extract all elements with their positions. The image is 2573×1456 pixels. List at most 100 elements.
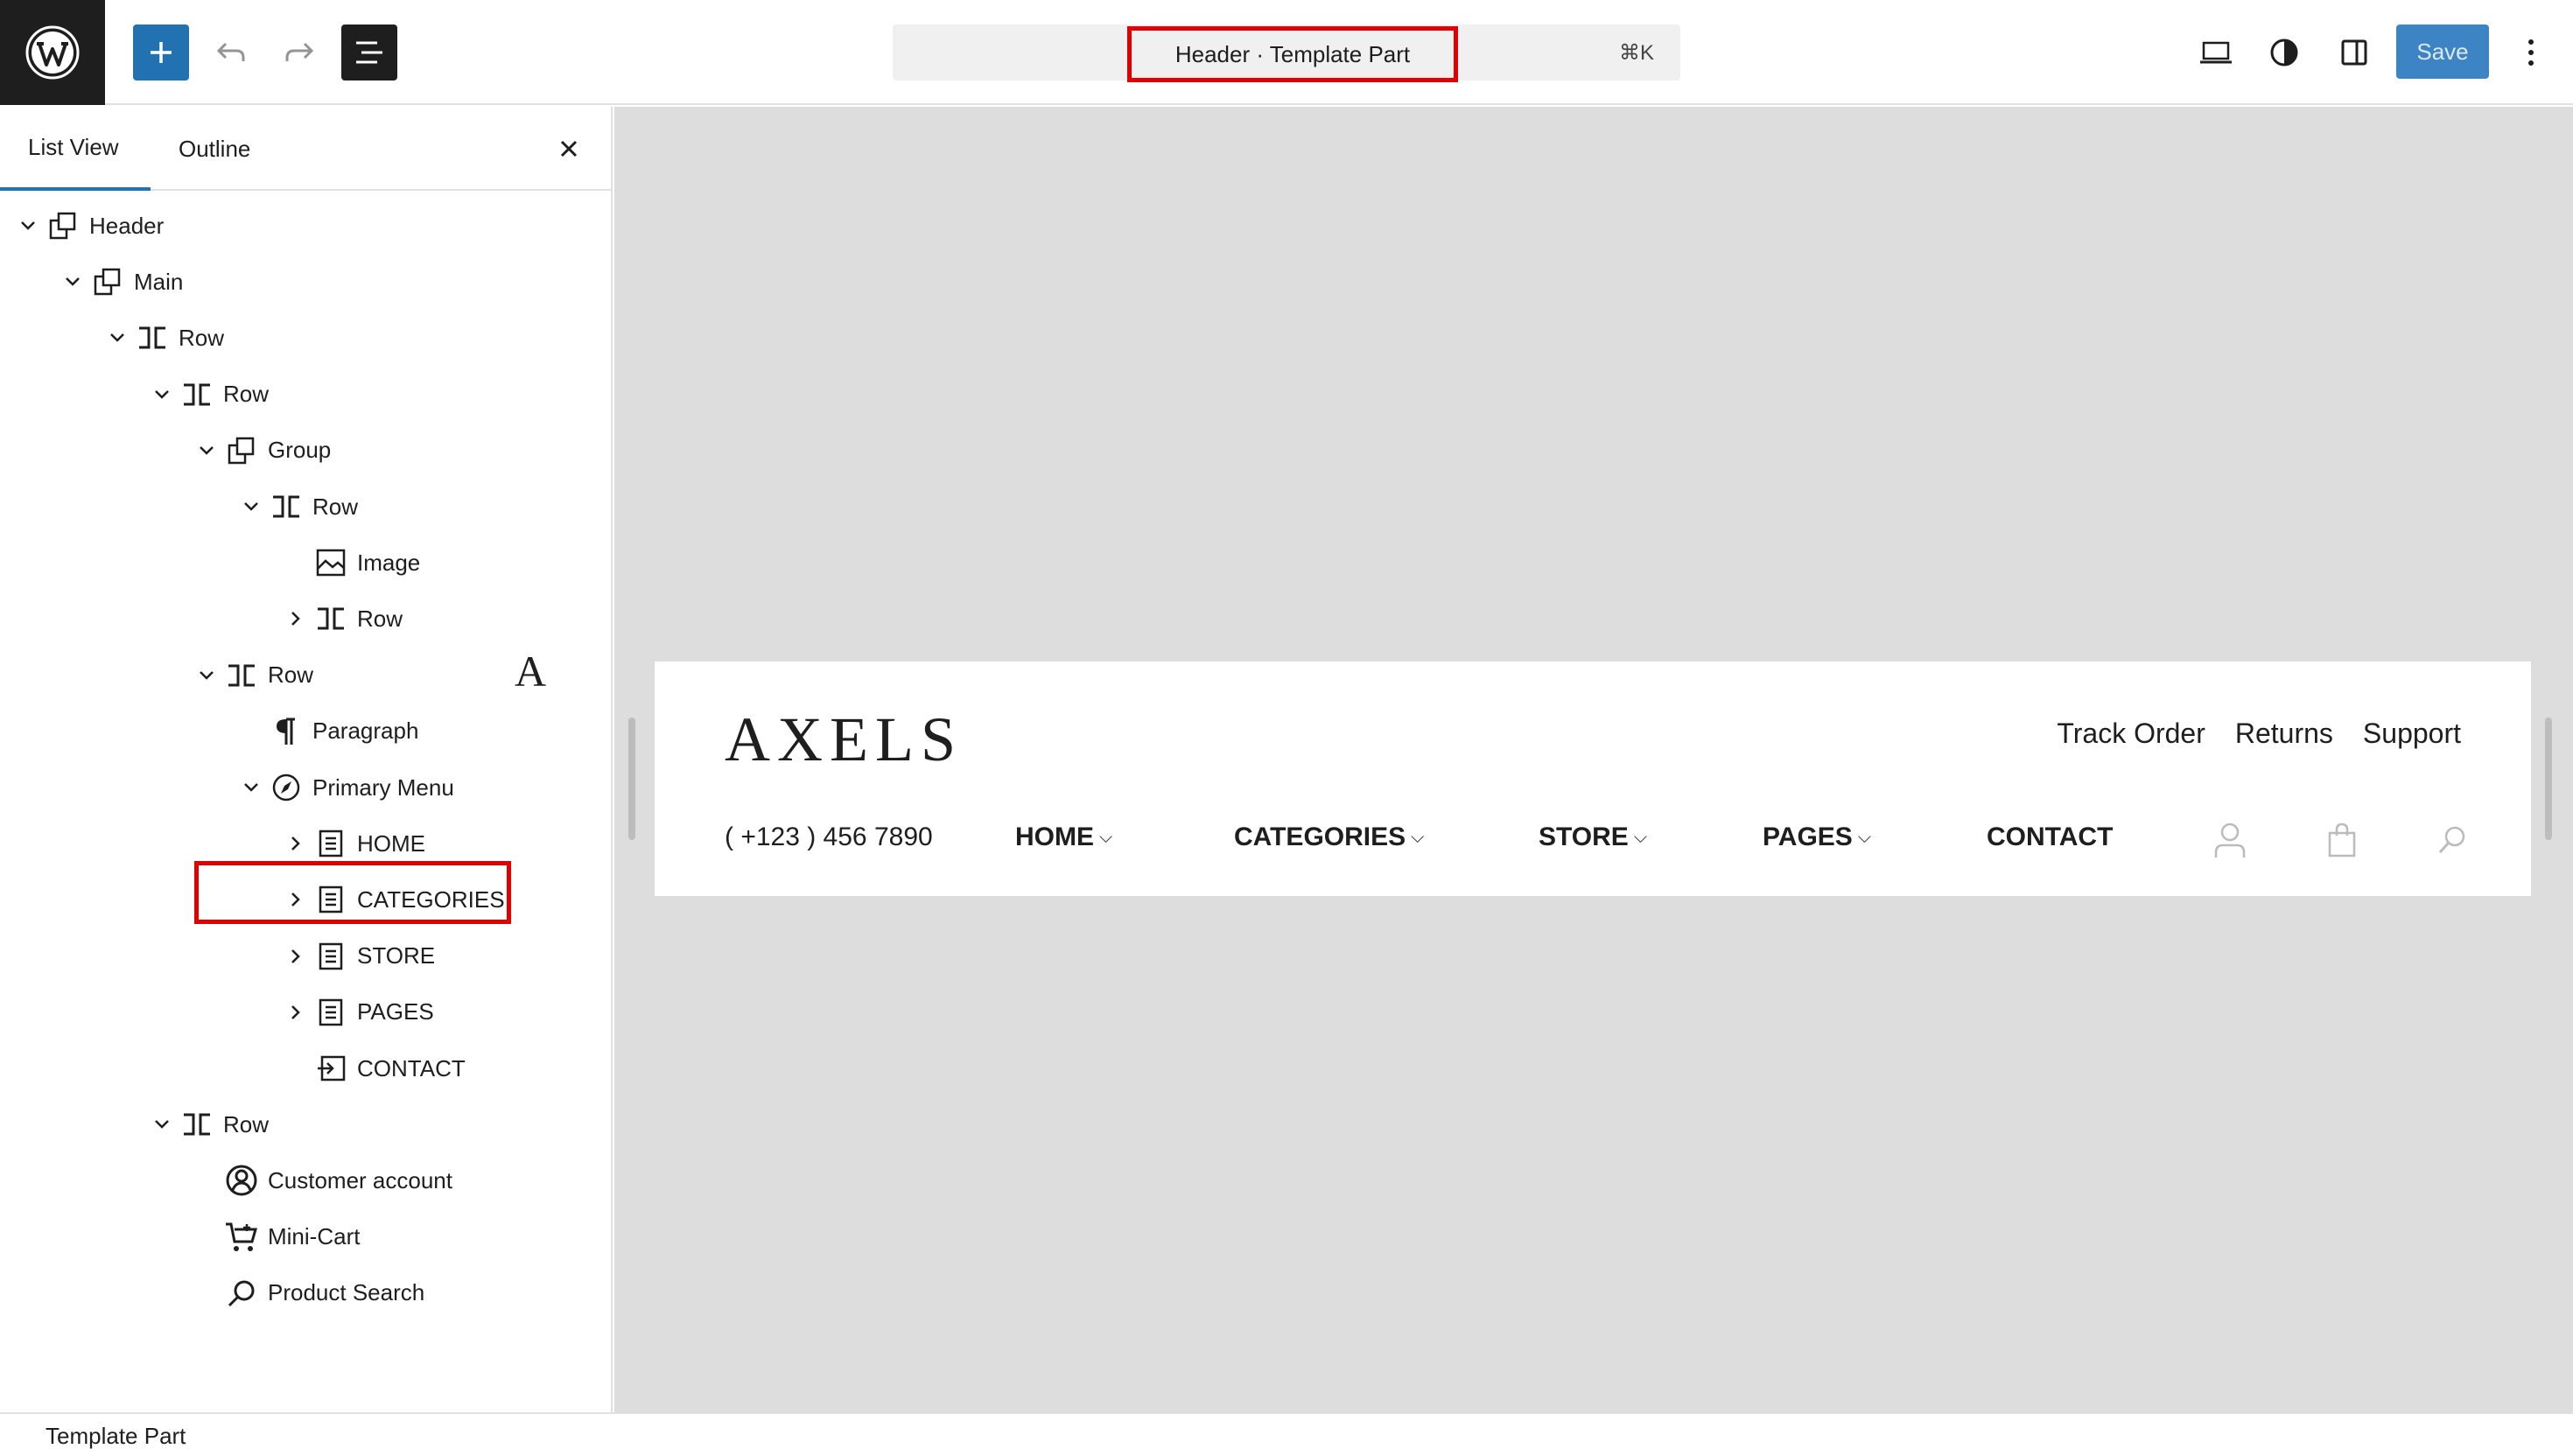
user-circle-icon: [221, 1152, 263, 1208]
image-icon: [310, 535, 352, 591]
save-button[interactable]: Save: [2396, 24, 2489, 79]
tree-item-header[interactable]: Header: [14, 198, 164, 254]
chevron-down-icon[interactable]: [237, 479, 265, 535]
tree-item-label: PAGES: [357, 998, 434, 1026]
returns-link[interactable]: Returns: [2235, 718, 2333, 750]
chevron-down-icon[interactable]: [193, 648, 221, 704]
tree-item-mini-cart[interactable]: Mini-Cart: [193, 1209, 360, 1265]
tree-item-paragraph[interactable]: Paragraph: [237, 704, 418, 760]
half-circle-icon: [2269, 38, 2299, 67]
mini-cart-button[interactable]: [2323, 821, 2361, 859]
row-icon: [310, 591, 352, 647]
tree-item-label: Paragraph: [312, 718, 419, 745]
list-view-button[interactable]: [341, 24, 397, 80]
tree-item-label: Header: [89, 212, 165, 239]
styles-button[interactable]: [2256, 24, 2312, 80]
search-icon: [2436, 824, 2468, 856]
chevron-down-icon[interactable]: [193, 423, 221, 479]
track-order-link[interactable]: Track Order: [2057, 718, 2205, 750]
tree-item-row[interactable]: Row: [148, 367, 269, 423]
menu-item-label: STORE: [1539, 822, 1629, 851]
tab-list-view[interactable]: List View: [0, 107, 151, 191]
menu-item-store[interactable]: STORE ⌵: [1539, 822, 1647, 852]
custom-link-icon: [310, 1040, 352, 1096]
customer-account-button[interactable]: [2211, 821, 2249, 859]
chevron-down-icon[interactable]: [103, 310, 131, 366]
bag-icon: [2326, 822, 2358, 858]
redo-icon: [284, 39, 315, 66]
options-button[interactable]: [2505, 24, 2557, 80]
device-preview-button[interactable]: [2188, 24, 2244, 80]
support-link[interactable]: Support: [2363, 718, 2461, 750]
wordpress-logo-button[interactable]: [0, 0, 105, 105]
tree-item-image[interactable]: Image: [282, 535, 420, 591]
menu-item-home[interactable]: HOME ⌵: [1015, 822, 1112, 852]
tree-item-label: CONTACT: [357, 1054, 466, 1082]
sidebar-tabs: List View Outline: [0, 107, 611, 191]
tree-item-product-search[interactable]: Product Search: [193, 1265, 424, 1321]
tree-item-pages[interactable]: PAGES: [282, 984, 434, 1040]
settings-button[interactable]: [2326, 24, 2382, 80]
tab-outline[interactable]: Outline: [179, 107, 250, 191]
canvas-resize-handle-left[interactable]: [628, 718, 635, 840]
chevron-down-icon: ⌵: [1857, 827, 1871, 847]
tree-item-label: Row: [357, 605, 403, 632]
breadcrumb[interactable]: Template Part: [46, 1423, 186, 1450]
tree-item-main[interactable]: Main: [59, 254, 183, 310]
tree-item-label: Row: [223, 381, 270, 408]
tree-item-label: STORE: [357, 942, 436, 970]
product-search-button[interactable]: [2433, 821, 2471, 859]
search-icon: [221, 1265, 263, 1321]
tree-item-row[interactable]: Row: [282, 591, 403, 647]
page-icon: [310, 984, 352, 1040]
chevron-right-icon[interactable]: [282, 591, 310, 647]
tree-item-row[interactable]: Row: [148, 1096, 269, 1152]
close-sidebar-button[interactable]: [551, 131, 586, 166]
tree-item-row[interactable]: Row: [237, 479, 358, 535]
chevron-down-icon[interactable]: [148, 367, 176, 423]
add-block-button[interactable]: [133, 24, 189, 80]
tree-item-label: Row: [312, 493, 359, 520]
wordpress-logo-icon: [25, 24, 81, 80]
tree-item-label: Mini-Cart: [268, 1223, 361, 1250]
chevron-down-icon[interactable]: [237, 760, 265, 816]
tree-item-store[interactable]: STORE: [282, 928, 435, 984]
row-icon: [176, 367, 218, 423]
menu-item-label: CONTACT: [1987, 822, 2114, 851]
canvas-resize-handle-right[interactable]: [2545, 718, 2552, 840]
group-icon: [87, 254, 129, 310]
laptop-icon: [2198, 39, 2233, 66]
chevron-right-icon[interactable]: [282, 984, 310, 1040]
tree-item-group[interactable]: Group: [193, 423, 331, 479]
menu-item-pages[interactable]: PAGES ⌵: [1763, 822, 1871, 852]
site-logo-text[interactable]: AXELS: [725, 704, 963, 776]
document-title[interactable]: Header · Template Part: [1127, 26, 1458, 82]
chevron-down-icon[interactable]: [148, 1096, 176, 1152]
chevron-right-icon[interactable]: [282, 928, 310, 984]
navigation-icon: [265, 760, 307, 816]
tree-item-label: Row: [223, 1110, 270, 1138]
menu-item-label: PAGES: [1763, 822, 1853, 851]
tree-item-row[interactable]: Row: [103, 310, 224, 366]
redo-button[interactable]: [271, 24, 327, 80]
tree-item-label: Row: [268, 662, 314, 689]
tree-item-customer-account[interactable]: Customer account: [193, 1152, 452, 1208]
phone-number[interactable]: ( +123 ) 456 7890: [725, 822, 933, 852]
editor-footer: Template Part: [0, 1412, 2573, 1456]
undo-button[interactable]: [203, 24, 259, 80]
chevron-down-icon[interactable]: [14, 198, 42, 254]
header-template-preview[interactable]: AXELS Track Order Returns Support ( +123…: [655, 662, 2531, 896]
chevron-down-icon: ⌵: [1633, 827, 1647, 847]
tree-item-label: HOME: [357, 830, 425, 857]
row-icon: [131, 310, 173, 366]
tree-item-label: Customer account: [268, 1166, 452, 1194]
tree-item-contact[interactable]: CONTACT: [282, 1040, 466, 1096]
chevron-down-icon[interactable]: [59, 254, 87, 310]
menu-item-categories[interactable]: CATEGORIES ⌵: [1234, 822, 1424, 852]
menu-item-contact[interactable]: CONTACT: [1987, 822, 2113, 852]
tree-item-row[interactable]: Row: [193, 648, 313, 704]
tree-item-primary-menu[interactable]: Primary Menu: [237, 760, 454, 816]
